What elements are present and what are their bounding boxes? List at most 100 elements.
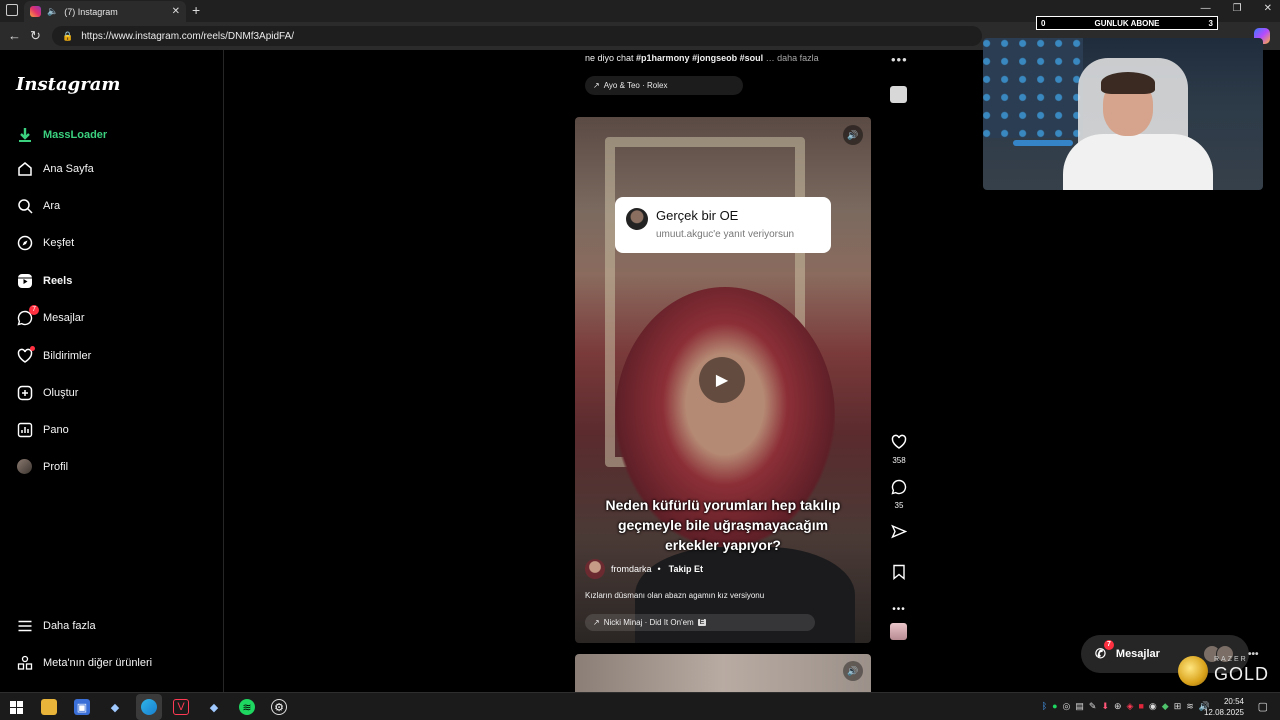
play-icon[interactable]: ▶	[699, 357, 745, 403]
app-v-icon[interactable]: V	[173, 699, 189, 715]
tab-actions-icon[interactable]	[6, 4, 18, 16]
sidebar-item-home[interactable]: Ana Sayfa	[16, 160, 94, 177]
messages-badge: 7	[1104, 640, 1114, 650]
reload-icon[interactable]: ↻	[30, 28, 41, 44]
sidebar-item-messages[interactable]: 7 Mesajlar	[16, 305, 85, 326]
like-icon[interactable]	[891, 434, 907, 454]
like-count: 358	[892, 456, 906, 465]
steam-icon[interactable]: ◆	[206, 699, 222, 715]
sidebar-item-profile[interactable]: Profil	[16, 458, 68, 475]
messenger-icon: 7	[16, 305, 39, 326]
razer-gold-logo: RAZER GOLD	[1176, 652, 1276, 692]
instagram-sidebar: Instagram MassLoader Ana Sayfa Ara Keşfe…	[0, 50, 224, 692]
reel-author: fromdarka • Takip Et	[585, 559, 703, 579]
network-icon[interactable]: ⊞	[1174, 701, 1182, 712]
sidebar-item-search[interactable]: Ara	[16, 197, 60, 214]
close-window-icon[interactable]: ✕	[1264, 3, 1272, 14]
sidebar-item-explore[interactable]: Keşfet	[16, 234, 74, 251]
volume-icon[interactable]: 🔊	[843, 125, 863, 145]
maximize-icon[interactable]: ❐	[1233, 3, 1242, 14]
author-username[interactable]: fromdarka	[611, 564, 652, 574]
tray-app-icon[interactable]: ◈	[1127, 701, 1134, 712]
caption-more-link[interactable]: … daha fazla	[766, 53, 819, 63]
bookmark-icon[interactable]	[891, 564, 907, 584]
next-reel-video[interactable]: 🔊	[575, 654, 871, 692]
caption-hashtags[interactable]: #p1harmony #jongseob #soul	[636, 53, 763, 63]
tray-app-icon[interactable]: ▤	[1075, 701, 1084, 712]
spotify-tray-icon[interactable]: ●	[1052, 701, 1057, 712]
sidebar-item-dashboard[interactable]: Pano	[16, 421, 69, 438]
reel-caption: Kızların düsmanı olan abazn agamın kız v…	[585, 591, 765, 600]
tray-app-icon[interactable]: ■	[1138, 701, 1143, 712]
reply-subtitle: umuut.akguc'e yanıt veriyorsun	[656, 229, 795, 240]
url-text: https://www.instagram.com/reels/DNMf3Api…	[81, 30, 295, 42]
daily-subscriber-counter: 0 GUNLUK ABONE 3	[1036, 16, 1218, 30]
sidebar-item-create[interactable]: Oluştur	[16, 384, 78, 401]
music-label: Nicki Minaj · Did It On'em	[603, 618, 694, 627]
spotify-icon[interactable]: ≋	[239, 699, 255, 715]
file-explorer-icon[interactable]	[41, 699, 57, 715]
sidebar-item-more[interactable]: Daha fazla	[16, 617, 96, 634]
close-tab-icon[interactable]: ✕	[172, 6, 180, 17]
reply-title: Gerçek bir OE	[656, 208, 739, 223]
new-tab-button[interactable]: +	[192, 2, 200, 18]
sidebar-item-massloader[interactable]: MassLoader	[16, 126, 107, 143]
heart-icon	[16, 346, 35, 364]
prev-post-music[interactable]: ↗ Ayo & Teo · Rolex	[585, 76, 743, 95]
reel-music[interactable]: ↗ Nicki Minaj · Did It On'em E	[585, 614, 815, 631]
messages-label: Mesajlar	[1115, 648, 1160, 660]
url-field[interactable]: 🔒 https://www.instagram.com/reels/DNMf3A…	[52, 26, 982, 46]
sidebar-item-reels[interactable]: Reels	[16, 272, 72, 289]
more-options-icon[interactable]: •••	[892, 602, 906, 618]
sidebar-item-label: Bildirimler	[43, 349, 92, 362]
windows-taskbar: ▣ ◆ V ◆ ≋ ⚙ ᛒ ● ◎ ▤ ✎ ⬇ ⊕ ◈ ■ ◉ ◆ ⊞ ≋ 🔊 …	[0, 692, 1280, 720]
minimize-icon[interactable]: —	[1201, 3, 1211, 14]
system-clock[interactable]: 20:54 12.08.2025	[1204, 696, 1244, 718]
music-label: Ayo & Teo · Rolex	[603, 81, 668, 90]
avatar[interactable]	[585, 559, 605, 579]
steam-icon[interactable]: ◆	[107, 699, 123, 715]
sidebar-item-label: Reels	[43, 274, 73, 287]
notification-center-icon[interactable]: ▢	[1258, 700, 1268, 713]
arrow-up-right-icon: ↗	[593, 81, 600, 90]
share-icon[interactable]	[891, 524, 908, 544]
profile-avatar	[16, 458, 33, 475]
reel-video[interactable]: 🔊 Gerçek bir OE umuut.akguc'e yanıt veri…	[575, 117, 871, 643]
more-options-icon[interactable]: •••	[891, 52, 908, 67]
instagram-logo[interactable]: Instagram	[16, 74, 120, 95]
tray-app-icon[interactable]: ◉	[1149, 701, 1157, 712]
reels-icon	[16, 272, 33, 289]
sidebar-item-label: MassLoader	[43, 128, 108, 141]
tray-app-icon[interactable]: ✎	[1089, 701, 1097, 712]
audio-thumbnail[interactable]	[890, 623, 907, 640]
comment-icon[interactable]	[891, 479, 907, 499]
sidebar-item-notifications[interactable]: Bildirimler	[16, 346, 92, 364]
sidebar-item-meta-apps[interactable]: Meta'nın diğer ürünleri	[16, 654, 152, 671]
gold-label: GOLD	[1214, 664, 1270, 684]
audio-thumbnail[interactable]	[890, 86, 907, 103]
sidebar-item-label: Keşfet	[43, 236, 75, 249]
speaker-icon[interactable]: 🔈	[47, 6, 58, 17]
bluetooth-icon[interactable]: ᛒ	[1042, 701, 1047, 712]
sidebar-item-label: Oluştur	[43, 386, 79, 399]
site-info-icon[interactable]: 🔒	[62, 31, 73, 42]
browser-tab[interactable]: 🔈 (7) Instagram ✕	[24, 1, 186, 22]
tray-app-icon[interactable]: ◎	[1063, 701, 1071, 712]
wifi-icon[interactable]: ≋	[1186, 701, 1194, 712]
reel-actions: 358 35 •••	[886, 434, 912, 618]
back-icon[interactable]: ←	[8, 28, 21, 43]
store-icon[interactable]: ▣	[74, 699, 90, 715]
arrow-up-right-icon: ↗	[593, 618, 600, 627]
comment-count: 35	[894, 501, 904, 510]
volume-icon[interactable]: 🔊	[843, 661, 863, 681]
edge-browser-icon[interactable]	[141, 699, 157, 715]
sidebar-item-label: Mesajlar	[43, 311, 85, 324]
follow-button[interactable]: Takip Et	[669, 564, 703, 574]
comment-reply-sticker: Gerçek bir OE umuut.akguc'e yanıt veriyo…	[615, 197, 831, 253]
tray-app-icon[interactable]: ⬇	[1101, 701, 1109, 712]
windows-start-icon[interactable]	[8, 699, 24, 715]
tray-app-icon[interactable]: ⊕	[1114, 701, 1122, 712]
tray-app-icon[interactable]: ◆	[1162, 701, 1169, 712]
steam-client-icon[interactable]: ⚙	[271, 699, 287, 715]
window-controls: — ❐ ✕	[1201, 3, 1272, 14]
